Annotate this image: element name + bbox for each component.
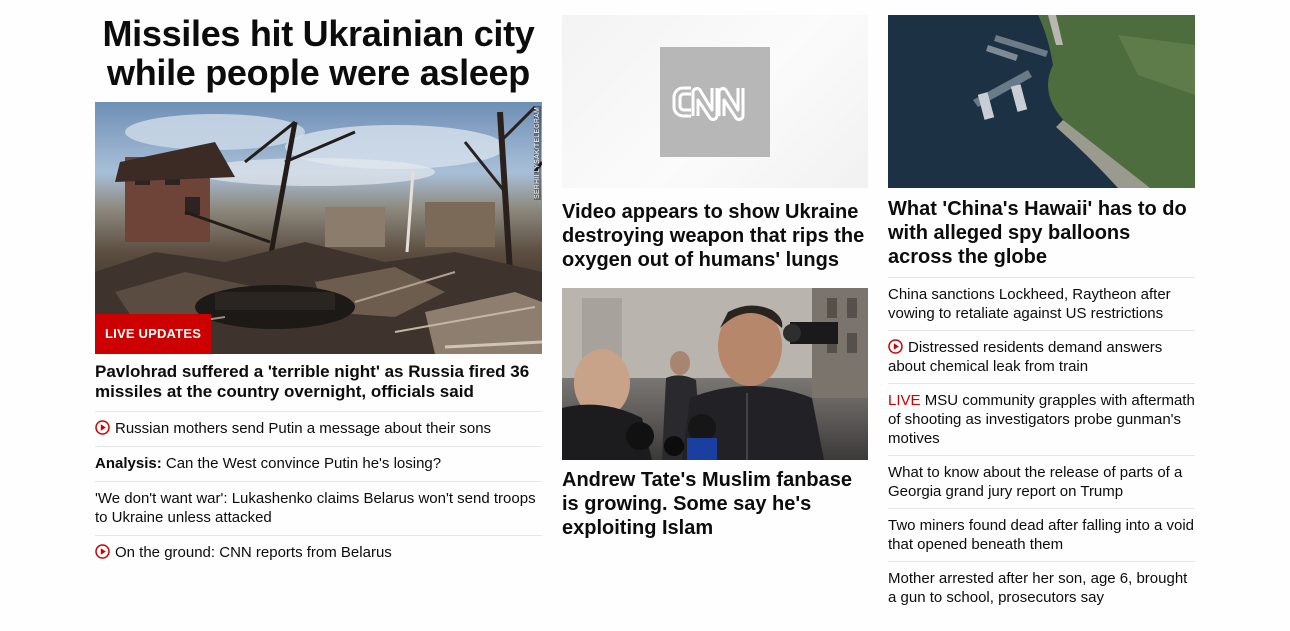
- story-thermobaric-image-link[interactable]: [562, 15, 868, 188]
- lead-story-column: Missiles hit Ukrainian city while people…: [95, 0, 542, 570]
- right-column: What 'China's Hawaii' has to do with all…: [888, 0, 1195, 614]
- story-thermobaric-link[interactable]: Video appears to show Ukraine destroying…: [562, 200, 868, 272]
- list-item-text: 'We don't want war': Lukashenko claims B…: [95, 490, 536, 526]
- lead-image: SERHII LYSAK/TELEGRAM LIVE UPDATES: [95, 102, 542, 354]
- story-hainan-image-link[interactable]: [888, 15, 1195, 188]
- list-item-text: Russian mothers send Putin a message abo…: [115, 420, 492, 437]
- middle-column: Video appears to show Ukraine destroying…: [562, 0, 868, 540]
- list-item-text: Mother arrested after her son, age 6, br…: [888, 570, 1188, 606]
- list-item-text: Can the West convince Putin he's losing?: [161, 455, 442, 472]
- story-hainan-title: What 'China's Hawaii' has to do with all…: [888, 197, 1195, 278]
- list-item-text: What to know about the release of parts …: [888, 464, 1183, 500]
- play-circle-icon: [888, 339, 903, 354]
- lead-headline: Missiles hit Ukrainian city while people…: [102, 13, 535, 93]
- list-item-china-sanctions[interactable]: China sanctions Lockheed, Raytheon after…: [888, 278, 1195, 331]
- lead-story-link[interactable]: Pavlohrad suffered a 'terrible night' as…: [95, 362, 542, 412]
- list-item-mother-arrested[interactable]: Mother arrested after her son, age 6, br…: [888, 562, 1195, 614]
- list-item-miners[interactable]: Two miners found dead after falling into…: [888, 509, 1195, 562]
- list-item-text: China sanctions Lockheed, Raytheon after…: [888, 286, 1171, 322]
- cnn-placeholder-image: [562, 15, 868, 188]
- list-item-text: On the ground: CNN reports from Belarus: [115, 544, 392, 561]
- tate-photo-illustration: [562, 288, 868, 460]
- live-label: LIVE: [888, 392, 921, 409]
- right-links-list: China sanctions Lockheed, Raytheon after…: [888, 278, 1195, 614]
- satellite-illustration: [888, 15, 1195, 188]
- image-credit: SERHII LYSAK/TELEGRAM: [534, 106, 541, 200]
- lead-story-title: Pavlohrad suffered a 'terrible night' as…: [95, 362, 542, 412]
- analysis-label: Analysis:: [95, 455, 162, 472]
- story-thermobaric-title: Video appears to show Ukraine destroying…: [562, 201, 865, 271]
- lead-image-link[interactable]: SERHII LYSAK/TELEGRAM LIVE UPDATES: [95, 102, 542, 354]
- story-tate-image-link[interactable]: [562, 288, 868, 460]
- story-tate-link[interactable]: Andrew Tate's Muslim fanbase is growing.…: [562, 468, 868, 540]
- list-item-analysis[interactable]: Analysis: Can the West convince Putin he…: [95, 447, 542, 482]
- list-item-chemical-leak[interactable]: Distressed residents demand answers abou…: [888, 331, 1195, 384]
- cnn-logo: [660, 47, 770, 157]
- list-item-russian-mothers[interactable]: Russian mothers send Putin a message abo…: [95, 412, 542, 447]
- story-tate-title: Andrew Tate's Muslim fanbase is growing.…: [562, 469, 853, 539]
- list-item-text: Distressed residents demand answers abou…: [888, 339, 1163, 375]
- related-links-list: Russian mothers send Putin a message abo…: [95, 412, 542, 570]
- lead-headline-link[interactable]: Missiles hit Ukrainian city while people…: [95, 14, 542, 92]
- list-item-lukashenko[interactable]: 'We don't want war': Lukashenko claims B…: [95, 482, 542, 536]
- list-item-msu[interactable]: LIVE MSU community grapples with afterma…: [888, 384, 1195, 456]
- list-item-georgia-report[interactable]: What to know about the release of parts …: [888, 456, 1195, 509]
- live-updates-badge[interactable]: LIVE UPDATES: [95, 314, 212, 354]
- cnn-logo-icon: [672, 86, 745, 121]
- story-hainan-link[interactable]: What 'China's Hawaii' has to do with all…: [888, 197, 1195, 278]
- play-circle-icon: [95, 420, 110, 435]
- andrew-tate-image: [562, 288, 868, 460]
- play-circle-icon: [95, 544, 110, 559]
- satellite-image: [888, 15, 1195, 188]
- list-item-text: Two miners found dead after falling into…: [888, 517, 1195, 553]
- list-item-belarus[interactable]: On the ground: CNN reports from Belarus: [95, 536, 542, 570]
- list-item-text: MSU community grapples with aftermath of…: [888, 392, 1195, 447]
